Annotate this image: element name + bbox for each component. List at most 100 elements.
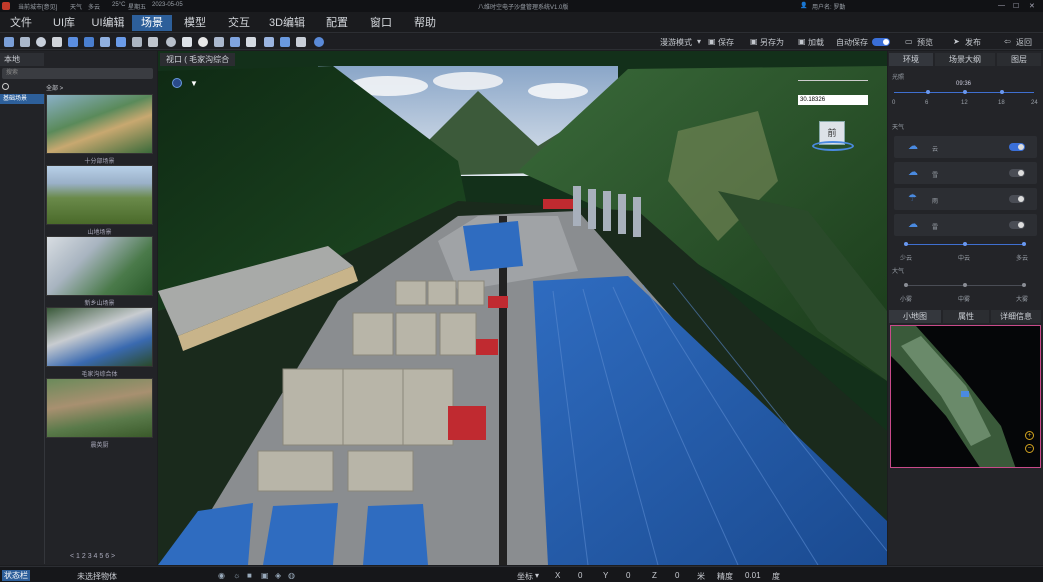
tab-details[interactable]: 详细信息 bbox=[991, 310, 1041, 323]
slider-dot[interactable] bbox=[1022, 242, 1026, 246]
minimap[interactable]: + − bbox=[890, 325, 1041, 468]
table-icon[interactable] bbox=[296, 37, 306, 47]
weather-row-thunder[interactable]: ☁ 雷 bbox=[894, 214, 1037, 236]
slider-dot[interactable] bbox=[1022, 283, 1026, 287]
snow-toggle[interactable] bbox=[1009, 169, 1025, 177]
weather-row-rain[interactable]: ☂ 雨 bbox=[894, 188, 1037, 210]
viewport-tab[interactable]: 视口 ( 毛家沟综合 bbox=[160, 53, 236, 66]
sphere-icon[interactable] bbox=[36, 37, 46, 47]
coordinate-mode-select[interactable]: 坐标 bbox=[517, 571, 533, 582]
menu-ui-edit[interactable]: UI编辑 bbox=[86, 15, 130, 31]
y-value[interactable]: 0 bbox=[626, 571, 630, 580]
time-slider-dot[interactable] bbox=[926, 90, 930, 94]
viewport-menu-arrow-icon[interactable]: ▼ bbox=[190, 79, 198, 88]
rotate-icon[interactable] bbox=[52, 37, 62, 47]
align-icon[interactable] bbox=[280, 37, 290, 47]
grid-icon[interactable] bbox=[148, 37, 158, 47]
scene-thumbnail[interactable] bbox=[46, 94, 153, 154]
brush-icon[interactable] bbox=[198, 37, 208, 47]
scene-thumbnail[interactable] bbox=[46, 165, 153, 225]
3d-viewport[interactable]: 视口 ( 毛家沟综合 ▼ 30.18326 前 bbox=[158, 51, 887, 565]
menu-config[interactable]: 配置 bbox=[318, 15, 356, 31]
light-icon[interactable] bbox=[166, 37, 176, 47]
scene-thumbnail[interactable] bbox=[46, 236, 153, 296]
slider-dot[interactable] bbox=[963, 283, 967, 287]
menu-3d-edit[interactable]: 3D编辑 bbox=[264, 15, 310, 31]
zoom-in-icon[interactable]: + bbox=[1025, 431, 1034, 440]
new-icon[interactable] bbox=[4, 37, 14, 47]
pen-icon[interactable] bbox=[230, 37, 240, 47]
move-icon[interactable] bbox=[68, 37, 78, 47]
camera-icon[interactable]: ◉ bbox=[218, 571, 225, 580]
page-icon[interactable] bbox=[182, 37, 192, 47]
paste-icon[interactable] bbox=[264, 37, 274, 47]
stop-icon[interactable]: ■ bbox=[247, 571, 252, 580]
tab-layers[interactable]: 图层 bbox=[997, 53, 1041, 66]
gamepad-icon[interactable]: ◈ bbox=[275, 571, 281, 580]
load-button[interactable]: 加载 bbox=[808, 37, 824, 48]
scene-thumbnail[interactable] bbox=[46, 378, 153, 438]
slider-dot[interactable] bbox=[963, 242, 967, 246]
breadcrumb-all[interactable]: 全部 > bbox=[46, 83, 63, 92]
open-icon[interactable] bbox=[20, 37, 30, 47]
select-icon[interactable] bbox=[100, 37, 110, 47]
menu-scene[interactable]: 场景 bbox=[132, 15, 172, 31]
minimize-icon[interactable]: — bbox=[998, 2, 1005, 9]
roam-mode-select[interactable]: 漫游模式 bbox=[660, 37, 692, 48]
measure-icon[interactable] bbox=[214, 37, 224, 47]
menu-window[interactable]: 窗口 bbox=[362, 15, 400, 31]
back-button[interactable]: 返回 bbox=[1016, 37, 1032, 48]
thunder-toggle[interactable] bbox=[1009, 221, 1025, 229]
city-label[interactable]: 当前城市[意见] bbox=[18, 2, 57, 11]
scale-icon[interactable] bbox=[84, 37, 94, 47]
z-value[interactable]: 0 bbox=[675, 571, 679, 580]
layer-icon[interactable] bbox=[116, 37, 126, 47]
x-value[interactable]: 0 bbox=[578, 571, 582, 580]
zoom-out-icon[interactable]: − bbox=[1025, 444, 1034, 453]
menu-interaction[interactable]: 交互 bbox=[220, 15, 258, 31]
save-as-button[interactable]: 另存为 bbox=[760, 37, 784, 48]
time-slider-dot[interactable] bbox=[1000, 90, 1004, 94]
save-button[interactable]: 保存 bbox=[718, 37, 734, 48]
coordinate-readout[interactable]: 30.18326 bbox=[798, 95, 868, 105]
rain-toggle[interactable] bbox=[1009, 195, 1025, 203]
radio-icon[interactable] bbox=[2, 83, 9, 90]
pagination[interactable]: < 1 2 3 4 5 6 > bbox=[70, 553, 115, 560]
tab-local[interactable]: 本地 bbox=[0, 53, 44, 66]
copy-icon[interactable] bbox=[246, 37, 256, 47]
compass-slider[interactable] bbox=[798, 80, 868, 81]
search-input[interactable]: 搜索 bbox=[2, 68, 153, 79]
menu-file[interactable]: 文件 bbox=[4, 15, 38, 31]
scene-thumbnail[interactable] bbox=[46, 307, 153, 367]
time-slider-dot[interactable] bbox=[963, 90, 967, 94]
menu-ui-library[interactable]: UI库 bbox=[45, 15, 83, 31]
snapshot-icon[interactable]: ▣ bbox=[261, 571, 269, 580]
globe-icon[interactable]: ◍ bbox=[288, 571, 295, 580]
weather-row-snow[interactable]: ☁ 雪 bbox=[894, 162, 1037, 184]
tab-minimap[interactable]: 小地图 bbox=[889, 310, 941, 323]
chevron-down-icon[interactable]: ▾ bbox=[535, 571, 539, 580]
slider-dot[interactable] bbox=[904, 242, 908, 246]
maximize-icon[interactable]: ☐ bbox=[1013, 2, 1019, 10]
view-cube-ring[interactable] bbox=[812, 141, 854, 151]
user-name[interactable]: 用户名: 罗勤 bbox=[812, 2, 845, 11]
autosave-toggle[interactable] bbox=[872, 38, 890, 46]
viewport-settings-icon[interactable] bbox=[172, 78, 182, 88]
close-icon[interactable]: ✕ bbox=[1029, 2, 1035, 10]
list-icon[interactable] bbox=[132, 37, 142, 47]
slider-dot[interactable] bbox=[904, 283, 908, 287]
precision-value[interactable]: 0.01 bbox=[745, 571, 761, 580]
tab-scene-outline[interactable]: 场景大纲 bbox=[935, 53, 995, 66]
menu-model[interactable]: 模型 bbox=[176, 15, 214, 31]
publish-button[interactable]: 发布 bbox=[965, 37, 981, 48]
tab-properties[interactable]: 属性 bbox=[943, 310, 989, 323]
weather-row-cloud[interactable]: ☁ 云 bbox=[894, 136, 1037, 158]
cloud-toggle[interactable] bbox=[1009, 143, 1025, 151]
category-basic-scene[interactable]: 基础场景 bbox=[0, 94, 44, 104]
preview-button[interactable]: 预览 bbox=[917, 37, 933, 48]
light-bulb-icon[interactable]: ☼ bbox=[233, 571, 240, 580]
menu-help[interactable]: 帮助 bbox=[406, 15, 444, 31]
tab-environment[interactable]: 环境 bbox=[889, 53, 933, 66]
info-icon[interactable] bbox=[314, 37, 324, 47]
chevron-down-icon[interactable]: ▾ bbox=[697, 37, 701, 46]
